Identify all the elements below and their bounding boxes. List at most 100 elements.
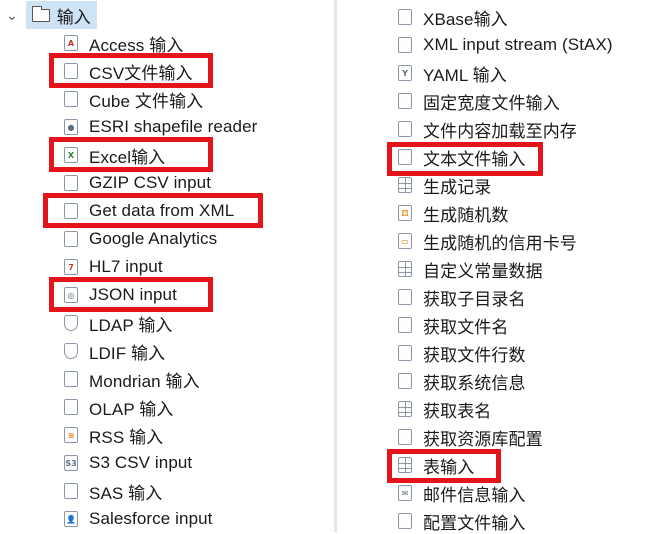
tree-root-label: 输入 xyxy=(56,7,91,27)
tree-item-label: 获取资源库配置 xyxy=(423,429,543,449)
salesforce-icon: 👤 xyxy=(64,511,78,527)
rss-icon: ≋ xyxy=(64,427,78,443)
tree-item-label: HL7 input xyxy=(89,257,163,276)
tree-item[interactable]: 配置文件输入 xyxy=(398,508,526,534)
subfolder-icon xyxy=(398,289,412,305)
analytics-icon xyxy=(64,231,78,247)
get-filename-icon xyxy=(398,317,412,333)
pane-divider[interactable] xyxy=(334,0,337,532)
highlight-box xyxy=(49,137,213,172)
folder-icon xyxy=(31,5,50,22)
tree-item[interactable]: OLAP 输入 xyxy=(64,394,173,420)
tree-item-label: 获取文件行数 xyxy=(423,345,526,365)
hl7-icon: 7 xyxy=(64,259,78,275)
xml-stream-icon xyxy=(398,37,412,53)
tree-item-label: XML input stream (StAX) xyxy=(423,35,613,54)
config-file-icon xyxy=(398,513,412,529)
mail-icon: ✉ xyxy=(398,485,412,501)
repository-config-icon xyxy=(398,429,412,445)
tree-item[interactable]: XML input stream (StAX) xyxy=(398,32,613,58)
tree-item-label: Access 输入 xyxy=(89,35,184,55)
tree-item[interactable]: 获取资源库配置 xyxy=(398,424,543,450)
load-file-icon xyxy=(398,121,412,137)
olap-icon xyxy=(64,399,78,415)
gzip-file-icon xyxy=(64,175,78,191)
map-pin-icon: ● xyxy=(64,119,78,135)
tree-item-label: Cube 文件输入 xyxy=(89,91,204,111)
highlight-box xyxy=(43,193,263,228)
tree-item[interactable]: ≋ RSS 输入 xyxy=(64,422,163,448)
tree-item-label: 文件内容加载至内存 xyxy=(423,121,577,141)
tree-item-label: YAML 输入 xyxy=(423,65,507,85)
tree-root-selection[interactable]: 输入 xyxy=(25,1,97,29)
tree-item[interactable]: 获取表名 xyxy=(398,396,491,422)
fixed-width-file-icon xyxy=(398,93,412,109)
highlight-box xyxy=(387,449,501,483)
tree-item-label: 邮件信息输入 xyxy=(423,485,526,505)
tree-item-label: RSS 输入 xyxy=(89,427,164,447)
tree-item[interactable]: Google Analytics xyxy=(64,226,217,252)
tree-item[interactable]: 固定宽度文件输入 xyxy=(398,88,560,114)
tree-item-label: 固定宽度文件输入 xyxy=(423,93,560,113)
tree-item-label: 生成记录 xyxy=(423,177,492,197)
tree-item-label: Salesforce input xyxy=(89,509,213,528)
tree-item-label: 获取表名 xyxy=(423,401,492,421)
constant-grid-icon xyxy=(398,261,412,277)
tree-item[interactable]: 获取系统信息 xyxy=(398,368,526,394)
tree-item-label: 自定义常量数据 xyxy=(423,261,543,281)
table-name-icon xyxy=(398,401,412,417)
tree-item[interactable]: 自定义常量数据 xyxy=(398,256,543,282)
tree-item[interactable]: 👤 Salesforce input xyxy=(64,506,213,532)
chevron-down-icon[interactable]: ⌄ xyxy=(6,7,18,24)
highlight-box xyxy=(49,53,213,88)
tree-item-label: LDAP 输入 xyxy=(89,315,173,335)
ldap-shield-icon xyxy=(64,315,78,331)
tree-item-label: ESRI shapefile reader xyxy=(89,117,258,136)
highlight-box xyxy=(49,277,213,312)
tree-item[interactable]: ▭ 生成随机的信用卡号 xyxy=(398,228,577,254)
tree-item-label: GZIP CSV input xyxy=(89,173,212,192)
tree-item-label: 生成随机数 xyxy=(423,205,509,225)
tree-item[interactable]: 获取文件行数 xyxy=(398,340,526,366)
access-file-icon: A xyxy=(64,35,78,51)
file-rows-icon xyxy=(398,345,412,361)
generate-rows-icon xyxy=(398,177,412,193)
highlight-box xyxy=(387,142,543,176)
tree-item-label: S3 CSV input xyxy=(89,453,193,472)
tree-item-label: XBase输入 xyxy=(423,9,508,29)
xbase-file-icon xyxy=(398,9,412,25)
tree-item[interactable]: ⚄ 生成随机数 xyxy=(398,200,509,226)
tree-item-label: OLAP 输入 xyxy=(89,399,174,419)
tree-item-label: Google Analytics xyxy=(89,229,218,248)
yaml-icon: Y xyxy=(398,65,412,81)
tree-item-label: 配置文件输入 xyxy=(423,513,526,533)
random-dice-icon: ⚄ xyxy=(398,205,412,221)
tree-item[interactable]: 获取文件名 xyxy=(398,312,509,338)
system-info-icon xyxy=(398,373,412,389)
sas-icon xyxy=(64,483,78,499)
mondrian-icon xyxy=(64,371,78,387)
s3-icon: S3 xyxy=(64,455,78,471)
tree-item[interactable]: S3 S3 CSV input xyxy=(64,450,192,476)
tree-item[interactable]: ✉ 邮件信息输入 xyxy=(398,480,526,506)
tree-item-label: Mondrian 输入 xyxy=(89,371,200,391)
tree-item[interactable]: SAS 输入 xyxy=(64,478,162,504)
tree-item-label: 生成随机的信用卡号 xyxy=(423,233,577,253)
tree-item-label: 获取子目录名 xyxy=(423,289,526,309)
tree-item[interactable]: 获取子目录名 xyxy=(398,284,526,310)
ldif-shield-icon xyxy=(64,343,78,359)
tree-item[interactable]: Cube 文件输入 xyxy=(64,86,203,112)
tree-item[interactable]: LDIF 输入 xyxy=(64,338,165,364)
credit-card-icon: ▭ xyxy=(398,233,412,249)
cube-file-icon xyxy=(64,91,78,107)
tree-item-label: LDIF 输入 xyxy=(89,343,166,363)
tree-item-label: SAS 输入 xyxy=(89,483,163,503)
tree-root-input[interactable]: ⌄ 输入 xyxy=(0,1,97,29)
tree-item[interactable]: LDAP 输入 xyxy=(64,310,173,336)
tree-item-label: 获取文件名 xyxy=(423,317,509,337)
tree-item[interactable]: 文件内容加载至内存 xyxy=(398,116,577,142)
tree-item[interactable]: Mondrian 输入 xyxy=(64,366,200,392)
tree-item[interactable]: Y YAML 输入 xyxy=(398,60,507,86)
tree-item-label: 获取系统信息 xyxy=(423,373,526,393)
tree-item[interactable]: XBase输入 xyxy=(398,4,508,30)
